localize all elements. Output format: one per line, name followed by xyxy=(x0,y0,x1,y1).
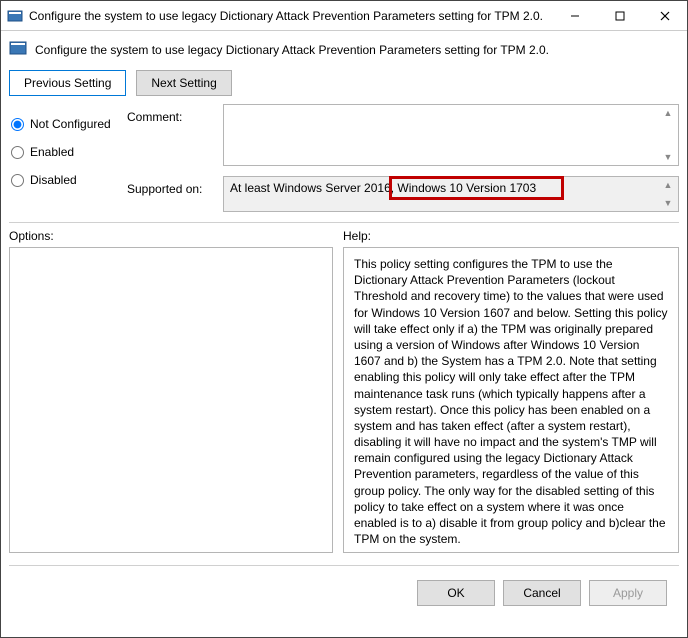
radio-enabled-label: Enabled xyxy=(30,145,74,159)
window-title: Configure the system to use legacy Dicti… xyxy=(29,9,552,23)
titlebar: Configure the system to use legacy Dicti… xyxy=(1,1,687,31)
maximize-button[interactable] xyxy=(597,1,642,31)
policy-icon xyxy=(9,39,27,60)
minimize-button[interactable] xyxy=(552,1,597,31)
comment-label: Comment: xyxy=(127,104,213,124)
help-label: Help: xyxy=(343,229,371,243)
app-icon xyxy=(7,8,23,24)
comment-scroll-down-icon[interactable]: ▼ xyxy=(660,150,676,164)
radio-enabled[interactable]: Enabled xyxy=(9,138,127,166)
policy-title: Configure the system to use legacy Dicti… xyxy=(35,43,549,57)
radio-not-configured-label: Not Configured xyxy=(30,117,111,131)
options-label: Options: xyxy=(9,229,343,243)
supported-on-textbox: At least Windows Server 2016, Windows 10… xyxy=(223,176,679,212)
supported-scroll-up-icon[interactable]: ▲ xyxy=(660,178,676,192)
radio-not-configured[interactable]: Not Configured xyxy=(9,110,127,138)
help-panel: This policy setting configures the TPM t… xyxy=(343,247,679,553)
close-button[interactable] xyxy=(642,1,687,31)
comment-textbox[interactable]: ▲ ▼ xyxy=(223,104,679,166)
apply-button: Apply xyxy=(589,580,667,606)
radio-enabled-input[interactable] xyxy=(11,146,24,159)
cancel-button[interactable]: Cancel xyxy=(503,580,581,606)
divider xyxy=(9,222,679,223)
header: Configure the system to use legacy Dicti… xyxy=(1,31,687,68)
options-panel xyxy=(9,247,333,553)
radio-disabled-input[interactable] xyxy=(11,174,24,187)
ok-button[interactable]: OK xyxy=(417,580,495,606)
help-text: This policy setting configures the TPM t… xyxy=(354,257,668,546)
supported-on-value: At least Windows Server 2016, Windows 10… xyxy=(230,181,536,195)
nav-row: Previous Setting Next Setting xyxy=(1,68,687,104)
next-setting-button[interactable]: Next Setting xyxy=(136,70,231,96)
radio-disabled-label: Disabled xyxy=(30,173,77,187)
supported-on-label: Supported on: xyxy=(127,176,213,196)
bottom-bar: OK Cancel Apply xyxy=(9,565,679,606)
radio-not-configured-input[interactable] xyxy=(11,118,24,131)
state-radios: Not Configured Enabled Disabled xyxy=(9,104,127,212)
supported-scroll-down-icon[interactable]: ▼ xyxy=(660,196,676,210)
previous-setting-button[interactable]: Previous Setting xyxy=(9,70,126,96)
radio-disabled[interactable]: Disabled xyxy=(9,166,127,194)
comment-scroll-up-icon[interactable]: ▲ xyxy=(660,106,676,120)
